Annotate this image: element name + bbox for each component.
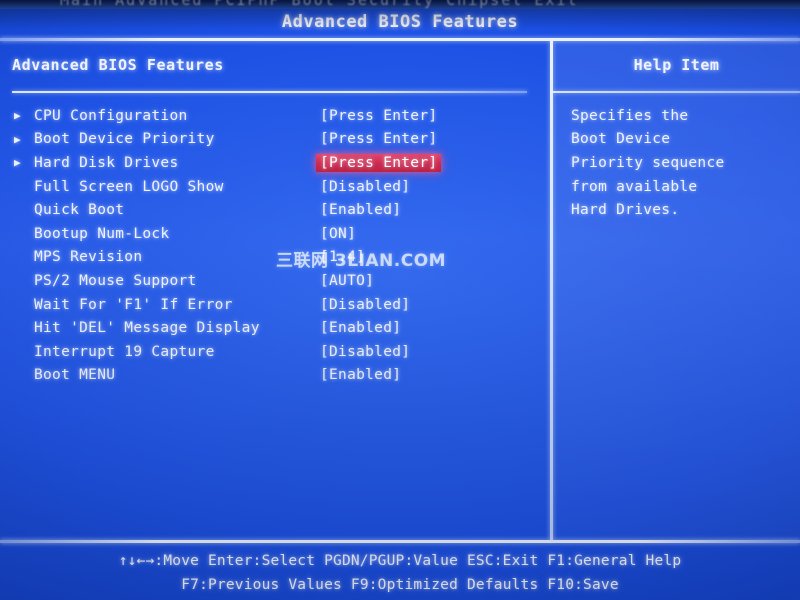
option-value[interactable]: [Press Enter] — [316, 130, 441, 148]
option-row[interactable]: Boot MENU [Enabled] — [0, 364, 550, 388]
option-label: Wait For 'F1' If Error — [34, 296, 233, 313]
title-bar: Advanced BIOS Features — [0, 9, 800, 38]
submenu-arrow-icon: ▶ — [14, 109, 21, 123]
options-list: ▶ CPU Configuration [Press Enter] ▶ Boot Dev… — [0, 104, 550, 387]
option-row[interactable]: ▶ Boot Device Priority [Press Enter] — [0, 128, 550, 152]
section-title: Advanced BIOS Features — [12, 56, 224, 74]
option-label: CPU Configuration — [34, 107, 188, 124]
help-text-line: Hard Drives. — [571, 202, 680, 219]
option-label: Hit 'DEL' Message Display — [34, 320, 260, 337]
option-row[interactable]: MPS Revision [1.4] — [0, 246, 550, 270]
help-text-line: Specifies the — [571, 107, 689, 124]
top-menubar-strip: Main Advanced PCIPnP Boot Security Chips… — [0, 0, 800, 9]
option-value[interactable]: [Enabled] — [316, 319, 405, 337]
site-watermark: 三联网 3LIAN.COM — [276, 251, 447, 271]
key-legend-line-1: ↑↓←→:Move Enter:Select PGDN/PGUP:Value E… — [118, 553, 682, 569]
submenu-arrow-icon: ▶ — [14, 156, 21, 170]
option-label: Boot Device Priority — [34, 131, 215, 148]
option-row[interactable]: Bootup Num-Lock [ON] — [0, 222, 550, 246]
option-label: Boot MENU — [34, 367, 116, 384]
help-panel-title: Help Item — [633, 56, 720, 74]
option-label: PS/2 Mouse Support — [34, 272, 197, 289]
help-panel-underline — [553, 91, 800, 93]
help-panel-body: Specifies the Boot Device Priority sequenc… — [571, 104, 792, 222]
option-row[interactable]: Hit 'DEL' Message Display [Enabled] — [0, 316, 550, 340]
option-value[interactable]: [ON] — [316, 225, 360, 243]
option-label: Quick Boot — [34, 202, 125, 219]
option-row[interactable]: ▶ CPU Configuration [Press Enter] — [0, 104, 550, 128]
option-row[interactable]: Quick Boot [Enabled] — [0, 198, 550, 222]
option-label: Bootup Num-Lock — [34, 225, 170, 242]
key-legend-line-2: F7:Previous Values F9:Optimized Defaults… — [181, 577, 619, 593]
option-row[interactable]: ▶ Hard Disk Drives [Press Enter] — [0, 151, 550, 175]
page-title: Advanced BIOS Features — [281, 12, 519, 32]
section-title-underline — [12, 91, 527, 93]
option-row[interactable]: Full Screen LOGO Show [Disabled] — [0, 175, 550, 199]
option-value[interactable]: [Disabled] — [316, 343, 414, 361]
option-value[interactable]: [Disabled] — [316, 296, 414, 314]
option-value[interactable]: [Press Enter] — [316, 107, 441, 125]
option-label: MPS Revision — [34, 249, 143, 266]
option-value[interactable]: [Disabled] — [316, 178, 414, 196]
option-row[interactable]: Wait For 'F1' If Error [Disabled] — [0, 293, 550, 317]
options-panel: Advanced BIOS Features ▶ CPU Configuratio… — [0, 41, 550, 541]
submenu-arrow-icon: ▶ — [14, 132, 21, 146]
option-label: Interrupt 19 Capture — [34, 343, 215, 360]
option-value[interactable]: [Press Enter] — [316, 153, 442, 172]
option-row[interactable]: PS/2 Mouse Support [AUTO] — [0, 269, 550, 293]
bios-setup-screen: Main Advanced PCIPnP Boot Security Chips… — [0, 0, 800, 600]
help-text-line: from available — [571, 178, 698, 195]
option-label: Full Screen LOGO Show — [34, 178, 224, 195]
option-label: Hard Disk Drives — [34, 154, 179, 171]
top-menubar-cut-text: Main Advanced PCIPnP Boot Security Chips… — [60, 0, 579, 9]
help-text-line: Priority sequence — [571, 154, 725, 171]
key-legend-footer: ↑↓←→:Move Enter:Select PGDN/PGUP:Value E… — [0, 543, 800, 600]
help-text-line: Boot Device — [571, 131, 671, 148]
option-value[interactable]: [AUTO] — [316, 272, 378, 290]
option-value[interactable]: [Enabled] — [316, 366, 405, 384]
option-value[interactable]: [Enabled] — [316, 201, 405, 219]
option-row[interactable]: Interrupt 19 Capture [Disabled] — [0, 340, 550, 364]
help-panel: Help Item Specifies the Boot Device Priori… — [553, 41, 800, 541]
